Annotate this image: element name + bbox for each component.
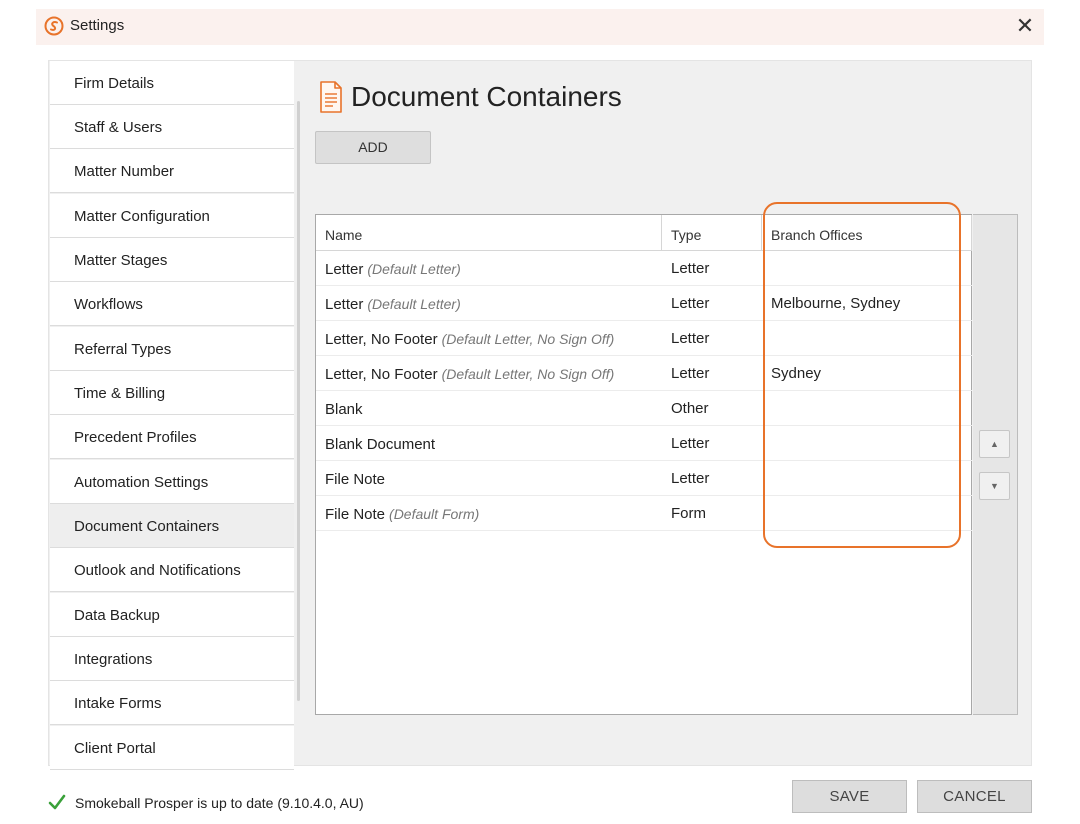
row-default-note: (Default Form) xyxy=(389,506,480,522)
sidebar-item-workflows[interactable]: Workflows xyxy=(50,282,294,326)
sidebar-item-staff-users[interactable]: Staff & Users xyxy=(50,105,294,149)
row-default-note: (Default Letter, No Sign Off) xyxy=(441,331,615,347)
row-type: Letter xyxy=(671,260,710,277)
row-branch-offices xyxy=(762,426,972,461)
save-button[interactable]: SAVE xyxy=(792,780,907,813)
sidebar-item-matter-number[interactable]: Matter Number xyxy=(50,149,294,193)
settings-panel: Firm Details Staff & Users Matter Number… xyxy=(48,60,1032,770)
sidebar-item-client-portal[interactable]: Client Portal xyxy=(50,726,294,770)
row-branch-offices xyxy=(762,321,972,356)
table-row[interactable]: Letter, No Footer (Default Letter, No Sig… xyxy=(316,356,972,391)
smokeball-logo-icon xyxy=(44,16,64,36)
table-row[interactable]: Letter (Default Letter) Letter Melbourne,… xyxy=(316,286,972,321)
row-name: Letter xyxy=(325,261,364,278)
sidebar-item-automation-settings[interactable]: Automation Settings xyxy=(50,460,294,504)
reorder-rail xyxy=(973,214,1018,715)
sidebar-item-outlook-notifications[interactable]: Outlook and Notifications xyxy=(50,548,294,592)
move-up-button[interactable]: ▲ xyxy=(979,430,1010,458)
document-icon xyxy=(320,81,342,113)
move-down-button[interactable]: ▼ xyxy=(979,472,1010,500)
document-containers-table: Name Type Branch Offices Letter (Default … xyxy=(315,214,972,715)
row-branch-offices xyxy=(762,496,972,531)
row-type: Other xyxy=(671,400,709,417)
row-branch-offices: Melbourne, Sydney xyxy=(771,295,901,312)
row-default-note: (Default Letter, No Sign Off) xyxy=(441,366,615,382)
sidebar-item-firm-details[interactable]: Firm Details xyxy=(50,61,294,105)
checkmark-icon xyxy=(48,794,66,810)
row-name: Letter, No Footer xyxy=(325,331,438,348)
row-default-note: (Default Letter) xyxy=(367,261,461,277)
column-header-type[interactable]: Type xyxy=(662,215,762,251)
sidebar-item-data-backup[interactable]: Data Backup xyxy=(50,593,294,637)
row-type: Letter xyxy=(671,470,710,487)
column-header-name[interactable]: Name xyxy=(316,215,662,251)
row-branch-offices xyxy=(762,391,972,426)
page-title: Document Containers xyxy=(351,81,622,112)
sidebar-item-document-containers[interactable]: Document Containers xyxy=(50,504,294,548)
title-bar: Settings ✕ xyxy=(36,9,1044,45)
row-type: Letter xyxy=(671,435,710,452)
sidebar-item-referral-types[interactable]: Referral Types xyxy=(50,327,294,371)
row-branch-offices: Sydney xyxy=(771,365,822,382)
table-row[interactable]: Letter (Default Letter) Letter xyxy=(316,251,972,286)
sidebar-item-time-billing[interactable]: Time & Billing xyxy=(50,371,294,415)
table-row[interactable]: Letter, No Footer (Default Letter, No Sig… xyxy=(316,321,972,356)
row-type: Letter xyxy=(671,365,710,382)
row-name: Blank xyxy=(325,401,363,418)
row-name: Letter, No Footer xyxy=(325,366,438,383)
close-icon[interactable]: ✕ xyxy=(1012,12,1038,40)
row-type: Form xyxy=(671,505,706,522)
status-text: Smokeball Prosper is up to date (9.10.4.… xyxy=(75,795,364,811)
row-branch-offices xyxy=(762,461,972,496)
row-branch-offices xyxy=(762,251,972,286)
column-header-branch-offices[interactable]: Branch Offices xyxy=(762,215,972,251)
sidebar-scrollbar[interactable] xyxy=(297,101,300,701)
sidebar-item-intake-forms[interactable]: Intake Forms xyxy=(50,681,294,725)
row-name: Letter xyxy=(325,296,364,313)
row-name: File Note xyxy=(325,471,386,488)
sidebar-item-precedent-profiles[interactable]: Precedent Profiles xyxy=(50,415,294,459)
add-button[interactable]: ADD xyxy=(315,131,431,164)
cancel-button[interactable]: CANCEL xyxy=(917,780,1032,813)
sidebar-item-matter-configuration[interactable]: Matter Configuration xyxy=(50,194,294,238)
column-divider xyxy=(971,215,972,251)
sidebar-item-matter-stages[interactable]: Matter Stages xyxy=(50,238,294,282)
table-row[interactable]: Blank Document Letter xyxy=(316,426,972,461)
row-type: Letter xyxy=(671,295,710,312)
sidebar-item-integrations[interactable]: Integrations xyxy=(50,637,294,681)
row-default-note: (Default Letter) xyxy=(367,296,461,312)
table-row[interactable]: File Note (Default Form) Form xyxy=(316,496,972,531)
table-row[interactable]: Blank Other xyxy=(316,391,972,426)
table-header: Name Type Branch Offices xyxy=(316,215,972,251)
table-row[interactable]: File Note Letter xyxy=(316,461,972,496)
row-name: File Note xyxy=(325,506,386,523)
window-title: Settings xyxy=(70,17,125,34)
row-name: Blank Document xyxy=(325,436,436,453)
settings-sidebar: Firm Details Staff & Users Matter Number… xyxy=(50,61,294,770)
row-type: Letter xyxy=(671,330,710,347)
